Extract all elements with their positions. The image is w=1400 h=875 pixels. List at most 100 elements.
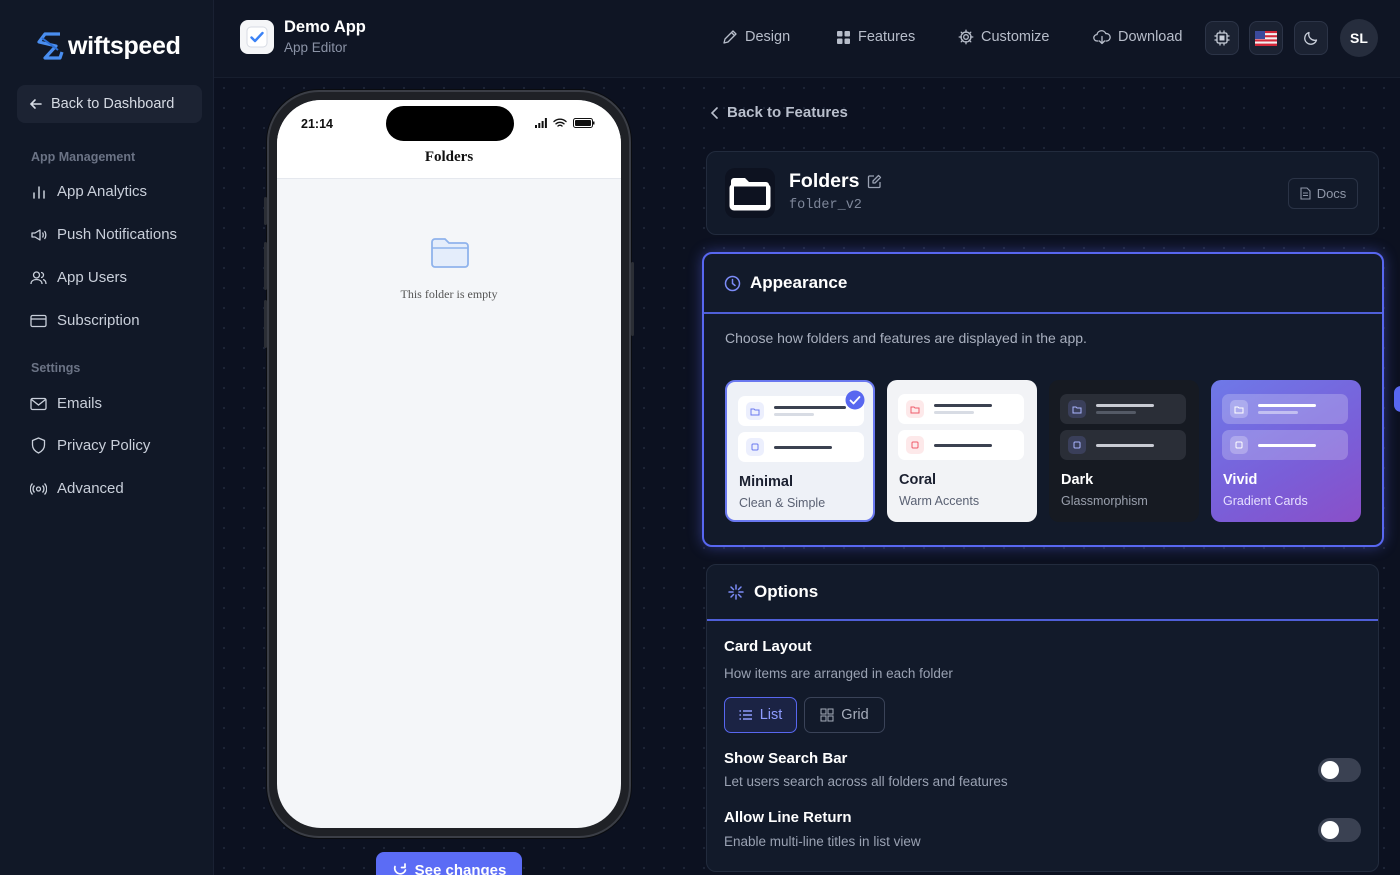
- theme-subtitle: Gradient Cards: [1223, 494, 1308, 508]
- panel-handle[interactable]: [1394, 386, 1400, 412]
- sidebar: wiftspeed Back to Dashboard App Manageme…: [0, 0, 214, 875]
- back-to-dashboard-label: Back to Dashboard: [51, 96, 175, 112]
- nav-download[interactable]: Download: [1093, 29, 1183, 45]
- sidebar-item-subscription[interactable]: Subscription: [30, 312, 140, 329]
- feature-header-card: Folders folder_v2 Docs: [706, 151, 1379, 235]
- nav-label: Download: [1118, 29, 1183, 45]
- preview-row: [738, 432, 864, 462]
- appearance-header: Appearance: [704, 254, 1382, 314]
- us-flag-icon: [1255, 30, 1277, 46]
- see-changes-button[interactable]: See changes: [376, 852, 522, 875]
- sidebar-item-label: App Users: [57, 269, 128, 286]
- options-header: Options: [707, 565, 1378, 621]
- theme-subtitle: Glassmorphism: [1061, 494, 1148, 508]
- square-chip-icon: [1230, 436, 1248, 454]
- nav-label: Customize: [981, 29, 1050, 45]
- preview-row: [1060, 394, 1186, 424]
- section-title-settings: Settings: [31, 361, 81, 375]
- status-time: 21:14: [301, 117, 333, 131]
- card-layout-title: Card Layout: [724, 638, 812, 655]
- nav-design[interactable]: Design: [722, 29, 790, 45]
- folder-icon: [725, 168, 775, 218]
- sparkle-icon: [728, 584, 744, 600]
- logo[interactable]: wiftspeed: [34, 30, 181, 62]
- theme-option-dark[interactable]: Dark Glassmorphism: [1049, 380, 1199, 522]
- show-search-title: Show Search Bar: [724, 750, 848, 767]
- language-button[interactable]: [1249, 21, 1283, 55]
- dynamic-island: [386, 106, 514, 141]
- see-changes-label: See changes: [414, 861, 507, 875]
- theme-name: Coral: [899, 472, 937, 488]
- pen-icon: [722, 29, 738, 45]
- docs-label: Docs: [1316, 186, 1347, 201]
- theme-toggle-button[interactable]: [1294, 21, 1328, 55]
- nav-features[interactable]: Features: [836, 29, 915, 45]
- nav-label: Features: [858, 29, 916, 45]
- screen-title: Folders: [424, 149, 474, 165]
- feature-name: Folders: [789, 170, 860, 192]
- feature-title: Folders: [789, 170, 882, 193]
- phone-screen: 21:14 Folders This folder is empty: [277, 100, 621, 828]
- folder-chip-icon: [1068, 400, 1086, 418]
- empty-folder-icon: [430, 236, 470, 269]
- appearance-description: Choose how folders and features are disp…: [725, 330, 1087, 346]
- clock-icon: [724, 275, 741, 291]
- sidebar-item-app-analytics[interactable]: App Analytics: [30, 183, 147, 200]
- line-return-toggle[interactable]: [1318, 818, 1361, 842]
- back-to-dashboard-button[interactable]: Back to Dashboard: [17, 85, 202, 123]
- folder-chip-icon: [1230, 400, 1248, 418]
- feature-id: folder_v2: [789, 198, 862, 213]
- sidebar-item-label: Push Notifications: [57, 226, 178, 243]
- refresh-icon: [393, 863, 406, 875]
- theme-option-minimal[interactable]: Minimal Clean & Simple: [725, 380, 875, 522]
- moon-icon: [1304, 31, 1318, 45]
- options-section: Options Card Layout How items are arrang…: [706, 564, 1379, 872]
- line-return-subtitle: Enable multi-line titles in list view: [724, 834, 921, 849]
- layout-grid-button[interactable]: Grid: [804, 697, 885, 733]
- square-chip-icon: [1068, 436, 1086, 454]
- sidebar-item-privacy-policy[interactable]: Privacy Policy: [30, 437, 150, 454]
- wifi-icon: [553, 118, 567, 127]
- gear-icon: [958, 29, 974, 45]
- battery-icon: [573, 118, 595, 128]
- credit-card-icon: [30, 312, 47, 329]
- grid-icon: [836, 30, 851, 45]
- preview-row: [898, 430, 1024, 460]
- users-icon: [30, 269, 47, 286]
- chevron-left-icon: [710, 106, 718, 119]
- app-icon[interactable]: [240, 20, 274, 54]
- app-name: Demo App: [284, 18, 366, 36]
- phone-preview: 21:14 Folders This folder is empty: [264, 90, 634, 838]
- empty-state-text: This folder is empty: [400, 287, 498, 301]
- document-icon: [1300, 187, 1311, 200]
- show-search-toggle[interactable]: [1318, 758, 1361, 782]
- top-bar: Demo App App Editor Design Features Cust…: [214, 0, 1400, 78]
- back-to-features-link[interactable]: Back to Features: [710, 104, 848, 121]
- chip-button[interactable]: [1205, 21, 1239, 55]
- layout-list-label: List: [759, 707, 783, 723]
- sidebar-item-push-notifications[interactable]: Push Notifications: [30, 226, 177, 243]
- theme-subtitle: Clean & Simple: [739, 496, 826, 510]
- sidebar-item-emails[interactable]: Emails: [30, 395, 102, 412]
- theme-name: Vivid: [1223, 472, 1258, 488]
- edit-icon[interactable]: [867, 174, 882, 189]
- card-layout-subtitle: How items are arranged in each folder: [724, 666, 953, 681]
- theme-option-coral[interactable]: Coral Warm Accents: [887, 380, 1037, 522]
- mail-icon: [30, 395, 47, 412]
- preview-row: [1060, 430, 1186, 460]
- swiftspeed-s-icon: [37, 32, 64, 60]
- square-chip-icon: [906, 436, 924, 454]
- theme-option-vivid[interactable]: Vivid Gradient Cards: [1211, 380, 1361, 522]
- nav-customize[interactable]: Customize: [958, 29, 1050, 45]
- layout-list-button[interactable]: List: [724, 697, 797, 733]
- grid-icon: [820, 708, 834, 722]
- preview-row: [898, 394, 1024, 424]
- nav-label: Design: [745, 29, 791, 45]
- avatar[interactable]: SL: [1340, 19, 1378, 57]
- show-search-subtitle: Let users search across all folders and …: [724, 774, 1008, 789]
- sidebar-item-label: Advanced: [57, 480, 124, 497]
- folder-chip-icon: [746, 402, 764, 420]
- sidebar-item-app-users[interactable]: App Users: [30, 269, 127, 286]
- docs-button[interactable]: Docs: [1288, 178, 1358, 209]
- sidebar-item-advanced[interactable]: Advanced: [30, 480, 124, 497]
